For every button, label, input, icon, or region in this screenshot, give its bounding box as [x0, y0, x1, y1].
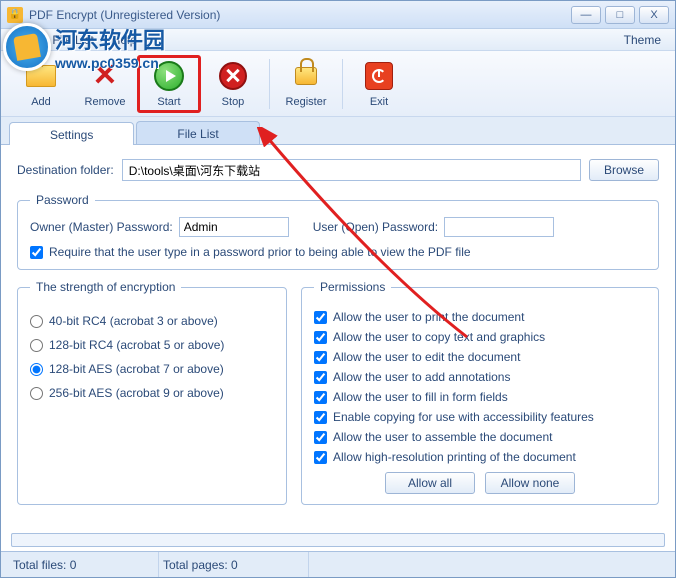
status-total-files: Total files: 0 [9, 552, 159, 577]
stop-button[interactable]: Stop [201, 55, 265, 113]
require-password-label: Require that the user type in a password… [49, 245, 471, 259]
password-legend: Password [30, 193, 95, 207]
close-button[interactable]: X [639, 6, 669, 24]
enc-128-aes-radio[interactable] [30, 363, 43, 376]
perm-annotate-checkbox[interactable] [314, 371, 327, 384]
settings-panel: Destination folder: Browse Password Owne… [1, 145, 675, 541]
window-controls: — □ X [571, 6, 669, 24]
window-title: PDF Encrypt (Unregistered Version) [29, 8, 571, 22]
lock-icon [290, 60, 322, 92]
enc-40-rc4-radio[interactable] [30, 315, 43, 328]
app-window: PDF Encrypt (Unregistered Version) — □ X… [0, 0, 676, 578]
separator [269, 59, 270, 109]
owner-password-label: Owner (Master) Password: [30, 220, 173, 234]
tabs: Settings File List [1, 117, 675, 145]
progress-bar [11, 533, 665, 547]
x-icon: ✕ [89, 60, 121, 92]
menubar: File File List Help Theme [1, 29, 675, 51]
minimize-button[interactable]: — [571, 6, 601, 24]
titlebar: PDF Encrypt (Unregistered Version) — □ X [1, 1, 675, 29]
exit-button[interactable]: Exit [347, 55, 411, 113]
destination-row: Destination folder: Browse [17, 159, 659, 181]
perm-copy-checkbox[interactable] [314, 331, 327, 344]
destination-label: Destination folder: [17, 163, 114, 177]
user-password-label: User (Open) Password: [313, 220, 438, 234]
browse-button[interactable]: Browse [589, 159, 659, 181]
perm-print-checkbox[interactable] [314, 311, 327, 324]
app-icon [7, 7, 23, 23]
separator [342, 59, 343, 109]
menu-theme[interactable]: Theme [616, 31, 669, 49]
status-total-pages: Total pages: 0 [159, 552, 309, 577]
enc-256-aes-radio[interactable] [30, 387, 43, 400]
allow-none-button[interactable]: Allow none [485, 472, 575, 494]
permissions-fieldset: Permissions Allow the user to print the … [301, 280, 659, 505]
destination-input[interactable] [122, 159, 581, 181]
perm-edit-checkbox[interactable] [314, 351, 327, 364]
permissions-legend: Permissions [314, 280, 391, 294]
owner-password-input[interactable] [179, 217, 289, 237]
perm-form-checkbox[interactable] [314, 391, 327, 404]
perm-accessibility-checkbox[interactable] [314, 411, 327, 424]
remove-button[interactable]: ✕ Remove [73, 55, 137, 113]
menu-file[interactable]: File [7, 31, 42, 49]
perm-highres-checkbox[interactable] [314, 451, 327, 464]
add-button[interactable]: Add [9, 55, 73, 113]
require-password-checkbox[interactable] [30, 246, 43, 259]
tab-file-list[interactable]: File List [136, 121, 259, 144]
encryption-fieldset: The strength of encryption 40-bit RC4 (a… [17, 280, 287, 505]
user-password-input[interactable] [444, 217, 554, 237]
encryption-legend: The strength of encryption [30, 280, 181, 294]
enc-128-rc4-radio[interactable] [30, 339, 43, 352]
folder-icon [25, 60, 57, 92]
stop-icon [217, 60, 249, 92]
start-button[interactable]: Start [137, 55, 201, 113]
tab-settings[interactable]: Settings [9, 122, 134, 145]
password-fieldset: Password Owner (Master) Password: User (… [17, 193, 659, 270]
statusbar: Total files: 0 Total pages: 0 [1, 551, 675, 577]
register-button[interactable]: Register [274, 55, 338, 113]
maximize-button[interactable]: □ [605, 6, 635, 24]
toolbar: Add ✕ Remove Start Stop Register Exit [1, 51, 675, 117]
allow-all-button[interactable]: Allow all [385, 472, 475, 494]
menu-help[interactable]: Help [104, 31, 145, 49]
play-icon [153, 60, 185, 92]
menu-file-list[interactable]: File List [44, 31, 101, 49]
power-icon [363, 60, 395, 92]
perm-assemble-checkbox[interactable] [314, 431, 327, 444]
